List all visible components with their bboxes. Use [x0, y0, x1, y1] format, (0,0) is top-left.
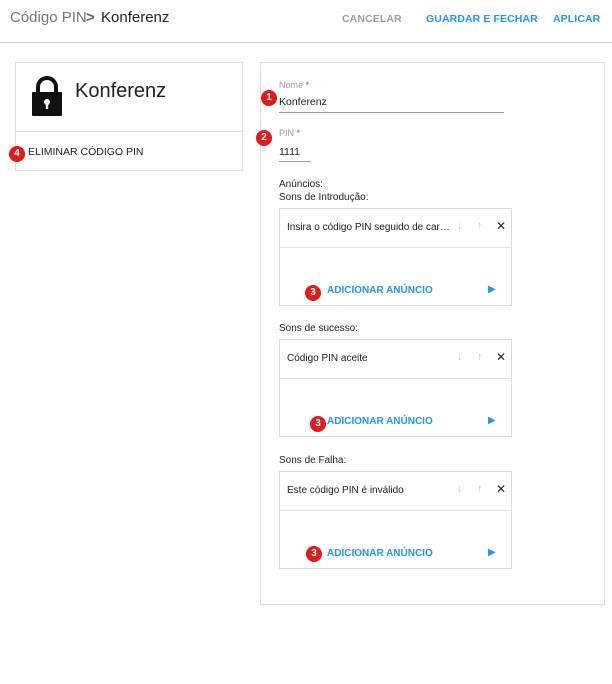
- list-item: Insira o código PIN seguido de cardinal …: [280, 209, 511, 248]
- callout-marker: 3: [310, 416, 326, 432]
- required-mark: *: [296, 128, 301, 138]
- divider: [16, 131, 242, 132]
- pin-field-underline: [279, 161, 311, 162]
- callout-marker: 3: [305, 285, 321, 301]
- add-announcement-button[interactable]: ADICIONAR ANÚNCIO: [327, 548, 433, 559]
- failure-sounds-label: Sons de Falha:: [279, 455, 347, 466]
- callout-marker: 2: [256, 130, 272, 146]
- list-item: Código PIN aceite ↓ ↑ ✕: [280, 340, 511, 379]
- play-icon[interactable]: ▶: [488, 547, 496, 558]
- callout-marker: 1: [261, 90, 277, 106]
- announcement-text: Insira o código PIN seguido de cardinal: [287, 222, 452, 233]
- move-down-icon[interactable]: ↓: [457, 483, 463, 495]
- play-icon[interactable]: ▶: [488, 284, 496, 295]
- pin-field-label: PIN *: [279, 128, 301, 138]
- remove-icon[interactable]: ✕: [496, 219, 506, 233]
- cancel-button[interactable]: CANCELAR: [342, 13, 402, 25]
- announcements-label: Anúncios:: [279, 179, 323, 190]
- required-mark: *: [305, 80, 310, 90]
- remove-icon[interactable]: ✕: [496, 482, 506, 496]
- pin-field[interactable]: 1111: [279, 146, 300, 158]
- delete-pin-button[interactable]: ELIMINAR CÓDIGO PIN: [28, 146, 144, 158]
- lock-icon: [32, 76, 62, 116]
- announcement-text: Código PIN aceite: [287, 353, 368, 364]
- breadcrumb-separator-icon: >: [86, 9, 95, 26]
- success-sounds-label: Sons de sucesso:: [279, 323, 358, 334]
- announcement-text: Este código PIN é inválido: [287, 485, 404, 496]
- apply-button[interactable]: APLICAR: [553, 13, 600, 25]
- top-bar: Código PIN > Konferenz CANCELAR GUARDAR …: [0, 0, 612, 43]
- add-announcement-button[interactable]: ADICIONAR ANÚNCIO: [327, 416, 433, 427]
- breadcrumb-current: Konferenz: [101, 9, 170, 26]
- move-up-icon[interactable]: ↑: [477, 483, 483, 495]
- breadcrumb-parent[interactable]: Código PIN: [10, 9, 87, 26]
- move-down-icon[interactable]: ↓: [457, 351, 463, 363]
- name-field[interactable]: Konferenz: [279, 96, 327, 108]
- move-up-icon[interactable]: ↑: [477, 351, 483, 363]
- move-up-icon[interactable]: ↑: [477, 220, 483, 232]
- name-field-underline: [279, 112, 504, 113]
- pin-title: Konferenz: [75, 80, 167, 102]
- remove-icon[interactable]: ✕: [496, 350, 506, 364]
- callout-marker: 4: [9, 146, 25, 162]
- play-icon[interactable]: ▶: [488, 415, 496, 426]
- save-and-close-button[interactable]: GUARDAR E FECHAR: [426, 13, 538, 25]
- name-field-label: Nome *: [279, 80, 310, 90]
- pin-summary-card: Konferenz ELIMINAR CÓDIGO PIN: [15, 62, 243, 171]
- move-down-icon[interactable]: ↓: [457, 220, 463, 232]
- callout-marker: 3: [306, 546, 322, 562]
- list-item: Este código PIN é inválido ↓ ↑ ✕: [280, 472, 511, 511]
- intro-sounds-label: Sons de Introdução:: [279, 192, 369, 203]
- pin-form-card: Nome * Konferenz PIN * 1111 Anúncios: So…: [260, 62, 605, 605]
- add-announcement-button[interactable]: ADICIONAR ANÚNCIO: [327, 285, 433, 296]
